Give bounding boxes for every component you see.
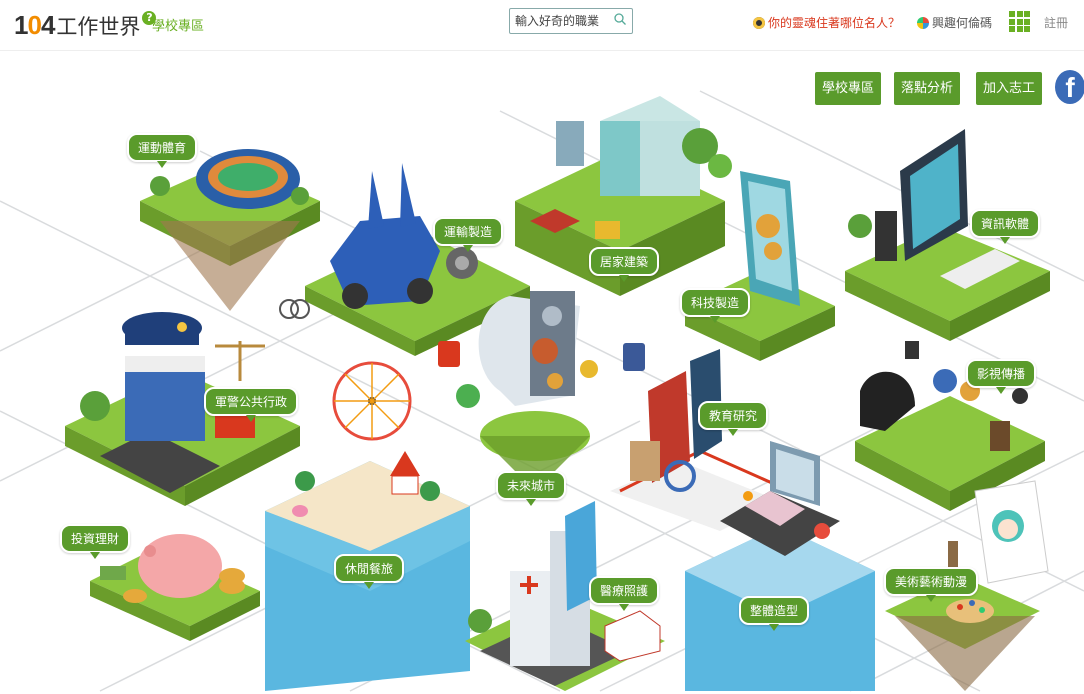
quiz-avatar-icon [753, 16, 765, 29]
island-label-tech-manufacturing[interactable]: 科技製造 [680, 288, 751, 323]
career-world-map: 學校專區 落點分析 加入志工 f 運動體育 運輸製造 居家建築 科技製造 資訊軟… [0, 51, 1084, 694]
score-analysis-button[interactable]: 落點分析 [894, 72, 960, 105]
island-label-finance[interactable]: 投資理財 [60, 524, 131, 559]
quiz-link-label: 你的靈魂住著哪位名人？ [768, 16, 901, 30]
search-icon[interactable] [614, 13, 626, 25]
apps-grid-icon[interactable] [1009, 11, 1030, 32]
island-label-medical-care[interactable]: 醫療照護 [589, 576, 660, 611]
island-label-art-anime[interactable]: 美術藝術動漫 [884, 567, 979, 602]
island-label-sports[interactable]: 運動體育 [127, 133, 198, 168]
island-label-transport-manufacturing[interactable]: 運輸製造 [433, 217, 504, 252]
join-volunteer-button[interactable]: 加入志工 [976, 72, 1042, 105]
logo-text: 工作世界 [56, 14, 141, 39]
site-logo[interactable]: 104 工作世界 ? [14, 10, 157, 41]
island-label-leisure-hospitality[interactable]: 休閒餐旅 [334, 554, 405, 589]
top-navigation-bar: 104 工作世界 ? 學校專區 你的靈魂住著哪位名人？ 興趣何倫碼 註冊 [0, 0, 1084, 51]
island-label-home-construction[interactable]: 居家建築 [589, 247, 660, 282]
search-input[interactable] [515, 10, 611, 32]
holland-code-link[interactable]: 興趣何倫碼 [917, 14, 992, 31]
logo-number: 104 [14, 10, 55, 40]
school-zone-link[interactable]: 學校專區 [152, 15, 204, 34]
holland-wheel-icon [917, 16, 929, 29]
island-label-styling[interactable]: 整體造型 [739, 596, 810, 631]
celebrity-quiz-link[interactable]: 你的靈魂住著哪位名人？ [753, 14, 900, 31]
holland-link-label: 興趣何倫碼 [932, 16, 993, 30]
island-label-education-research[interactable]: 教育研究 [698, 401, 769, 436]
sports-island-art [140, 149, 320, 311]
register-link[interactable]: 註冊 [1044, 14, 1068, 31]
island-label-future-city[interactable]: 未來城市 [496, 471, 567, 506]
island-label-software[interactable]: 資訊軟體 [970, 209, 1041, 244]
school-zone-button[interactable]: 學校專區 [815, 72, 881, 105]
facebook-icon[interactable]: f [1055, 70, 1084, 104]
island-label-media[interactable]: 影視傳播 [966, 359, 1037, 394]
career-search-box [509, 8, 633, 34]
island-label-police-public-admin[interactable]: 軍警公共行政 [204, 387, 299, 422]
